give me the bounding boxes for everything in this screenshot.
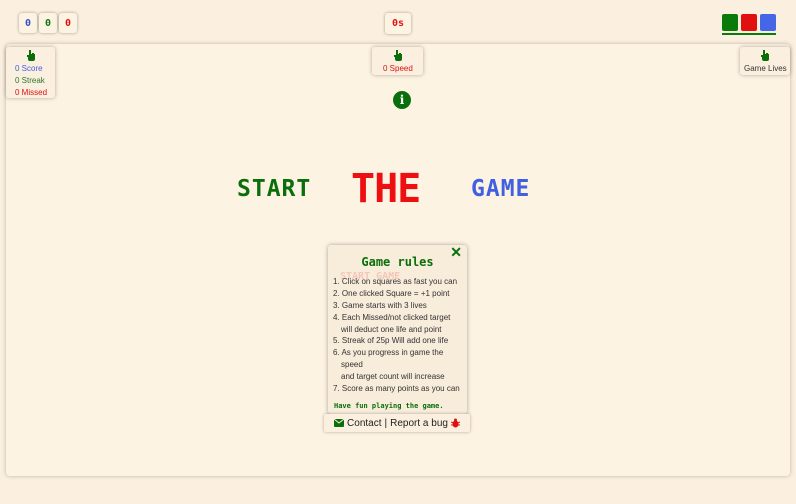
rule-line: 4. Each Missed/not clicked target — [333, 312, 451, 322]
headline-start: START — [237, 176, 312, 202]
life-square-blue — [760, 14, 776, 31]
speed-panel: 0 Speed — [372, 47, 423, 75]
lives-panel: Game Lives — [740, 47, 790, 75]
start-headline[interactable]: START THE GAME — [0, 166, 796, 216]
rules-footer: Have fun playing the game. — [334, 402, 444, 410]
life-indicator-3: 0 — [59, 13, 77, 33]
contact-link[interactable]: Contact — [347, 418, 381, 429]
bug-icon — [450, 418, 460, 428]
rules-title: Game rules — [361, 255, 434, 269]
rule-line: 3. Game starts with 3 lives — [333, 300, 427, 310]
headline-game: GAME — [471, 176, 531, 202]
rule-line: will deduct one life and point — [341, 324, 442, 334]
stats-panel: 0 Score 0 Streak 0 Missed — [6, 47, 55, 98]
close-icon[interactable]: ✕ — [450, 245, 462, 261]
timer: 0s — [385, 13, 411, 34]
rule-line: and target count will increase — [341, 372, 445, 382]
streak-stat: 0 Streak — [15, 76, 45, 85]
report-bug-link[interactable]: Report a bug — [390, 418, 448, 429]
speed-stat: 0 Speed — [383, 64, 413, 73]
life-square-red — [741, 14, 757, 31]
info-icon[interactable]: i — [393, 91, 411, 109]
contact-bar: Contact | Report a bug — [324, 414, 470, 432]
hand-pointer-icon — [27, 50, 35, 61]
lives-underline — [722, 33, 776, 35]
envelope-icon — [334, 419, 345, 427]
rule-line: 2. One clicked Square = +1 point — [333, 288, 450, 298]
rule-line: 7. Score as many points as you can — [333, 384, 460, 394]
separator: | — [384, 417, 388, 429]
hand-pointer-icon — [394, 50, 402, 61]
score-stat: 0 Score — [15, 64, 43, 73]
hand-pointer-icon — [761, 50, 769, 61]
missed-stat: 0 Missed — [15, 88, 48, 97]
rule-line: 5. Streak of 25p Will add one life — [333, 336, 449, 346]
rules-modal: START GAME Game rules ✕ 1. Click on squa… — [328, 245, 467, 414]
rule-line: 1. Click on squares as fast you can — [333, 277, 458, 286]
rule-line: speed — [341, 360, 363, 370]
life-square-green — [722, 14, 738, 31]
headline-the: THE — [351, 166, 421, 212]
rules-list: 1. Click on squares as fast you can 2. O… — [333, 276, 465, 395]
life-indicator-1: 0 — [19, 13, 37, 33]
life-indicator-2: 0 — [39, 13, 57, 33]
lives-label: Game Lives — [744, 64, 787, 73]
rule-line: 6. As you progress in game the — [333, 348, 444, 358]
